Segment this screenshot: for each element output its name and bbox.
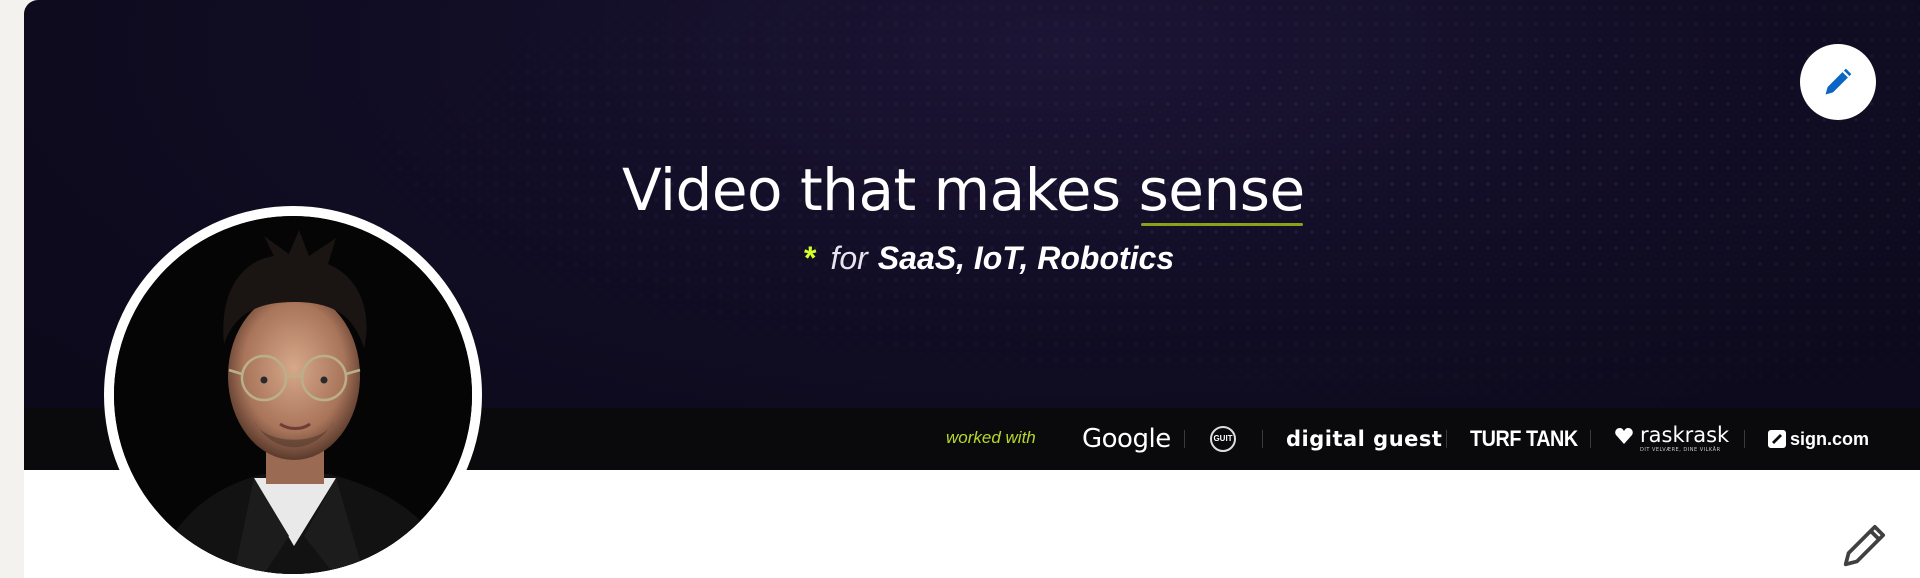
profile-photo[interactable] [114,216,472,574]
digital-guest-logo: digital guest [1286,408,1442,470]
worked-with-label: worked with [946,428,1036,447]
turf-tank-logo-text: TURF TANK [1470,426,1578,451]
seal-logo: GUIT [1210,408,1236,470]
avatar-illustration [114,216,472,574]
logo-divider [1446,430,1447,448]
headline-text: Video that makes [622,156,1121,224]
google-logo: Google [1082,408,1171,470]
logo-divider [1744,430,1745,448]
raskrask-logo: raskrask DIT VELVÆRE, DINE VILKÅR [1614,408,1729,470]
raskrask-heart-icon [1614,426,1634,452]
sign-com-logo-text: sign.com [1790,428,1870,449]
edit-profile-button[interactable] [1836,518,1892,574]
sign-com-logo: sign.com [1768,408,1869,470]
subline-for: for [830,240,868,276]
subline-targets: SaaS, IoT, Robotics [877,240,1175,276]
banner-subline: * for SaaS, IoT, Robotics [804,240,1174,277]
edit-cover-button[interactable] [1800,44,1876,120]
digital-guest-logo-text: digital guest [1286,427,1443,451]
banner-headline: Video that makes sense [622,156,1382,226]
seal-logo-text: GUIT [1210,426,1236,452]
turf-tank-logo: TURF TANK [1470,408,1578,470]
raskrask-wordmark: raskrask DIT VELVÆRE, DINE VILKÅR [1640,425,1729,453]
pencil-icon [1843,524,1886,567]
profile-card: Video that makes sense * for SaaS, IoT, Ro… [24,0,1920,578]
pencil-icon [1825,68,1852,95]
raskrask-tagline: DIT VELVÆRE, DINE VILKÅR [1640,447,1721,453]
raskrask-logo-text: raskrask [1640,423,1730,447]
asterisk-icon: * [804,240,817,276]
google-logo-text: Google [1082,424,1171,454]
profile-photo-frame[interactable] [104,206,482,578]
headline-highlight: sense [1138,156,1305,226]
logo-divider [1590,430,1591,448]
sign-com-icon [1768,430,1786,448]
logo-divider [1184,430,1185,448]
logo-divider [1262,430,1263,448]
